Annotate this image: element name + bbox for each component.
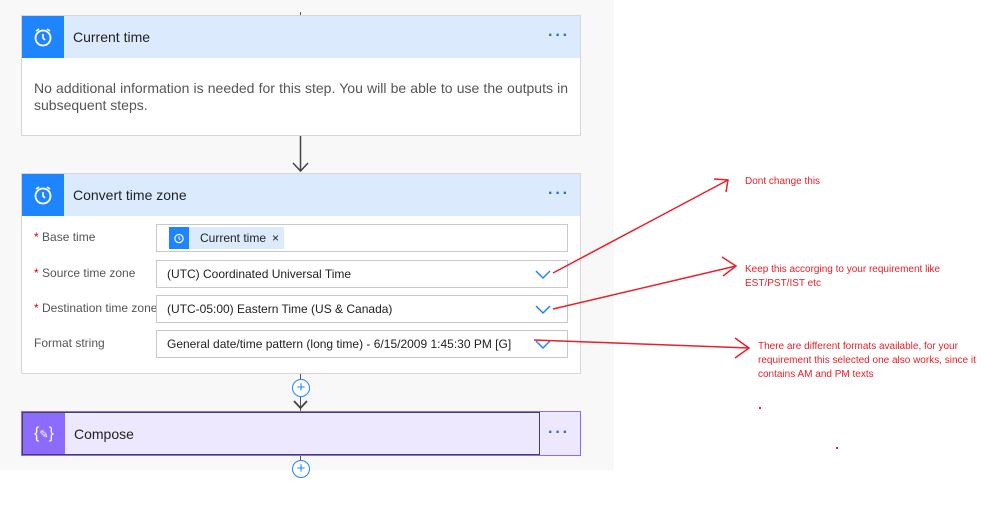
annotation-arrows bbox=[533, 178, 838, 449]
annotation-note: Keep this accorging to your requirement … bbox=[745, 264, 941, 289]
annotation-note: There are different formats available, f… bbox=[758, 341, 976, 380]
annotation-note: Dont change this bbox=[745, 176, 821, 187]
